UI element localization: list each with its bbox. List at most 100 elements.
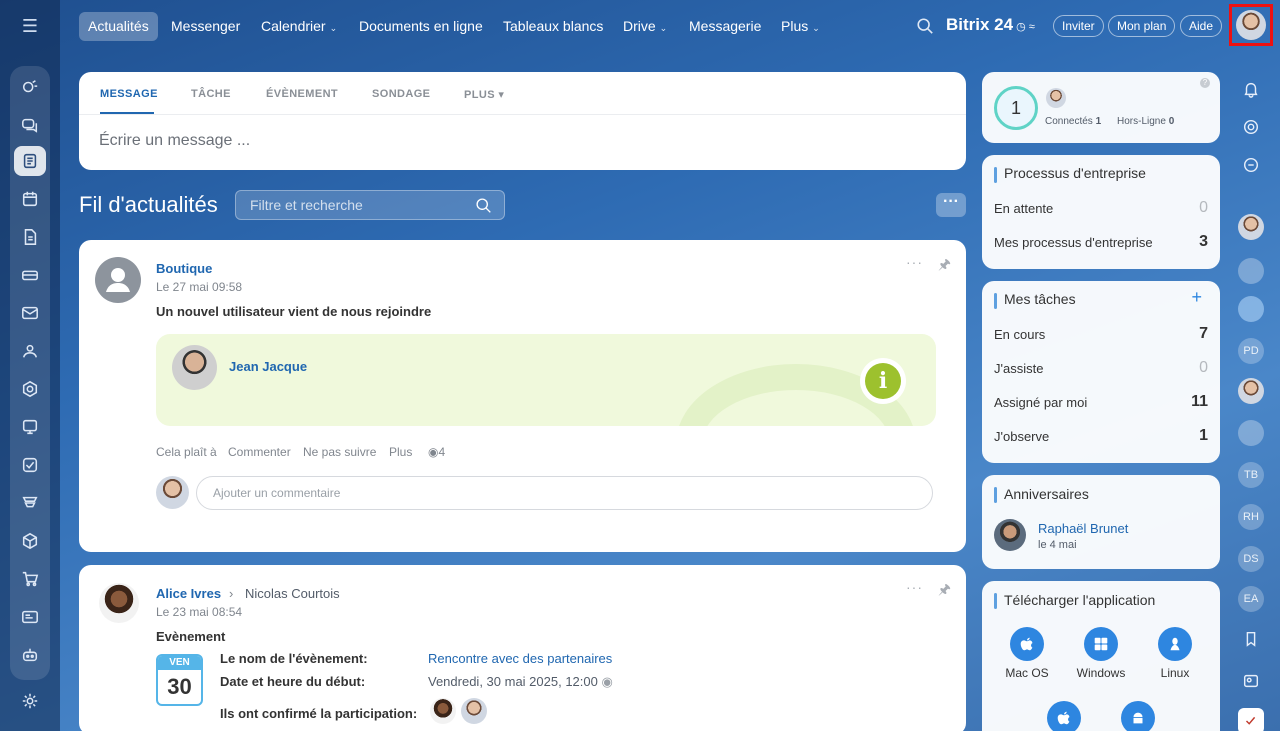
sidebar-item-board-icon[interactable]	[14, 412, 46, 442]
sidebar-item-cart-icon[interactable]	[14, 564, 46, 594]
highlighted-user-avatar[interactable]	[1229, 4, 1273, 46]
composer-tab-message[interactable]: MESSAGE	[100, 88, 158, 100]
activity-icon[interactable]	[1238, 114, 1264, 140]
sidebar-item-calendar-icon[interactable]	[14, 184, 46, 214]
post-menu-icon[interactable]: ···	[906, 254, 923, 270]
process-row-label[interactable]: Mes processus d'entreprise	[994, 235, 1153, 250]
post-author-link[interactable]: Boutique	[156, 261, 212, 276]
bell-icon[interactable]	[1238, 76, 1264, 102]
sidebar-item-users-icon[interactable]	[14, 336, 46, 366]
new-user-link[interactable]: Jean Jacque	[229, 359, 307, 374]
sidebar-item-box-icon[interactable]	[14, 526, 46, 556]
contact-initials[interactable]: DS	[1238, 546, 1264, 572]
contact-card-icon[interactable]	[1238, 668, 1264, 694]
feed-more-button[interactable]: ···	[936, 193, 966, 217]
avatar[interactable]	[994, 519, 1026, 551]
contact-avatar[interactable]	[1238, 214, 1264, 240]
default-user-icon	[95, 257, 141, 303]
sidebar-item-mail-icon[interactable]	[14, 298, 46, 328]
birthday-name-link[interactable]: Raphaël Brunet	[1038, 521, 1128, 536]
sidebar-item-messenger-icon[interactable]	[14, 110, 46, 140]
composer-tab-event[interactable]: ÉVÈNEMENT	[266, 88, 338, 100]
sidebar-item-tasks-icon[interactable]	[14, 450, 46, 480]
post-recipient[interactable]: Nicolas Courtois	[245, 586, 340, 601]
avatar	[156, 476, 189, 509]
group-chat-icon[interactable]	[1238, 296, 1264, 322]
feed-search-input[interactable]	[250, 191, 480, 219]
avatar[interactable]	[430, 698, 456, 724]
search-icon[interactable]	[475, 197, 492, 214]
task-row-label[interactable]: J'assiste	[994, 361, 1043, 376]
tab-messagerie[interactable]: Messagerie	[680, 12, 770, 41]
invite-button[interactable]: Inviter	[1053, 15, 1104, 37]
avatar[interactable]	[172, 345, 217, 390]
sidebar-item-card-icon[interactable]	[14, 602, 46, 632]
tab-messenger[interactable]: Messenger	[162, 12, 249, 41]
settings-gear-icon[interactable]	[14, 686, 46, 716]
pin-icon[interactable]: 🖈	[938, 254, 952, 278]
tab-actualites[interactable]: Actualités	[79, 12, 158, 41]
contact-initials[interactable]: EA	[1238, 586, 1264, 612]
comment-link[interactable]: Commenter	[228, 445, 291, 459]
post-author-link[interactable]: Alice Ivres	[156, 586, 221, 601]
contact-initials[interactable]: PD	[1238, 338, 1264, 364]
accent-bar	[994, 593, 997, 609]
composer-tab-poll[interactable]: SONDAGE	[372, 88, 430, 100]
task-row-label[interactable]: En cours	[994, 327, 1045, 342]
pin-icon[interactable]: 🖈	[938, 579, 952, 603]
views-counter: ◉4	[428, 445, 446, 459]
tab-tableaux-blancs[interactable]: Tableaux blancs	[494, 12, 612, 41]
add-task-icon[interactable]: +	[1191, 287, 1202, 308]
event-name-link[interactable]: Rencontre avec des partenaires	[428, 651, 612, 666]
contact-initials[interactable]: RH	[1238, 504, 1264, 530]
tab-drive[interactable]: Drive ⌄	[614, 12, 676, 41]
unfollow-link[interactable]: Ne pas suivre	[303, 445, 376, 459]
avatar[interactable]	[461, 698, 487, 724]
help-button[interactable]: Aide	[1180, 15, 1223, 37]
avatar[interactable]	[1046, 88, 1066, 108]
contact-avatar[interactable]	[1238, 378, 1264, 404]
sidebar-item-docs-icon[interactable]	[14, 222, 46, 252]
tab-calendrier[interactable]: Calendrier ⌄	[252, 12, 346, 41]
menu-icon[interactable]: ☰	[18, 16, 42, 36]
task-row-label[interactable]: J'observe	[994, 429, 1049, 444]
widget-title: Processus d'entreprise	[1004, 165, 1146, 181]
android-icon[interactable]	[1121, 701, 1155, 731]
sidebar-item-collab-icon[interactable]	[14, 72, 46, 102]
bookmark-icon[interactable]	[1238, 626, 1264, 652]
more-link[interactable]: Plus	[389, 445, 412, 459]
contact-initials[interactable]: TB	[1238, 462, 1264, 488]
sidebar-item-crm-icon[interactable]	[14, 488, 46, 518]
task-row-label[interactable]: Assigné par moi	[994, 395, 1087, 410]
task-row-value: 11	[1191, 393, 1208, 410]
sidebar-item-hexagon-icon[interactable]	[14, 374, 46, 404]
app-label[interactable]: Linux	[1140, 666, 1210, 680]
plan-button[interactable]: Mon plan	[1108, 15, 1176, 37]
chat-search-icon[interactable]	[1238, 152, 1264, 178]
sidebar-item-drive-icon[interactable]	[14, 260, 46, 290]
robot-avatar-icon[interactable]	[1238, 420, 1264, 446]
comment-input[interactable]	[196, 476, 933, 510]
group-chat-icon[interactable]	[1238, 258, 1264, 284]
composer-tab-task[interactable]: TÂCHE	[191, 88, 231, 100]
help-icon[interactable]: ?	[1200, 78, 1210, 88]
process-row-label[interactable]: En attente	[994, 201, 1053, 216]
sidebar-item-robot-icon[interactable]	[14, 640, 46, 670]
apple-icon[interactable]	[1047, 701, 1081, 731]
post-menu-icon[interactable]: ···	[906, 579, 923, 595]
tab-documents[interactable]: Documents en ligne	[350, 12, 492, 41]
accent-bar	[994, 167, 997, 183]
apple-icon[interactable]	[1010, 627, 1044, 661]
tasks-check-icon[interactable]	[1238, 708, 1264, 731]
windows-icon[interactable]	[1084, 627, 1118, 661]
linux-icon[interactable]	[1158, 627, 1192, 661]
sidebar-item-feed-icon[interactable]	[14, 146, 46, 176]
like-link[interactable]: Cela plaît à	[156, 445, 217, 459]
message-input[interactable]: Écrire un message ...	[99, 132, 250, 150]
caret-down-icon: ▾	[494, 89, 505, 101]
app-label[interactable]: Mac OS	[992, 666, 1062, 680]
composer-tab-more[interactable]: PLUS ▾	[464, 88, 504, 101]
app-label[interactable]: Windows	[1066, 666, 1136, 680]
tab-plus[interactable]: Plus ⌄	[772, 12, 829, 41]
search-icon[interactable]	[916, 17, 934, 35]
